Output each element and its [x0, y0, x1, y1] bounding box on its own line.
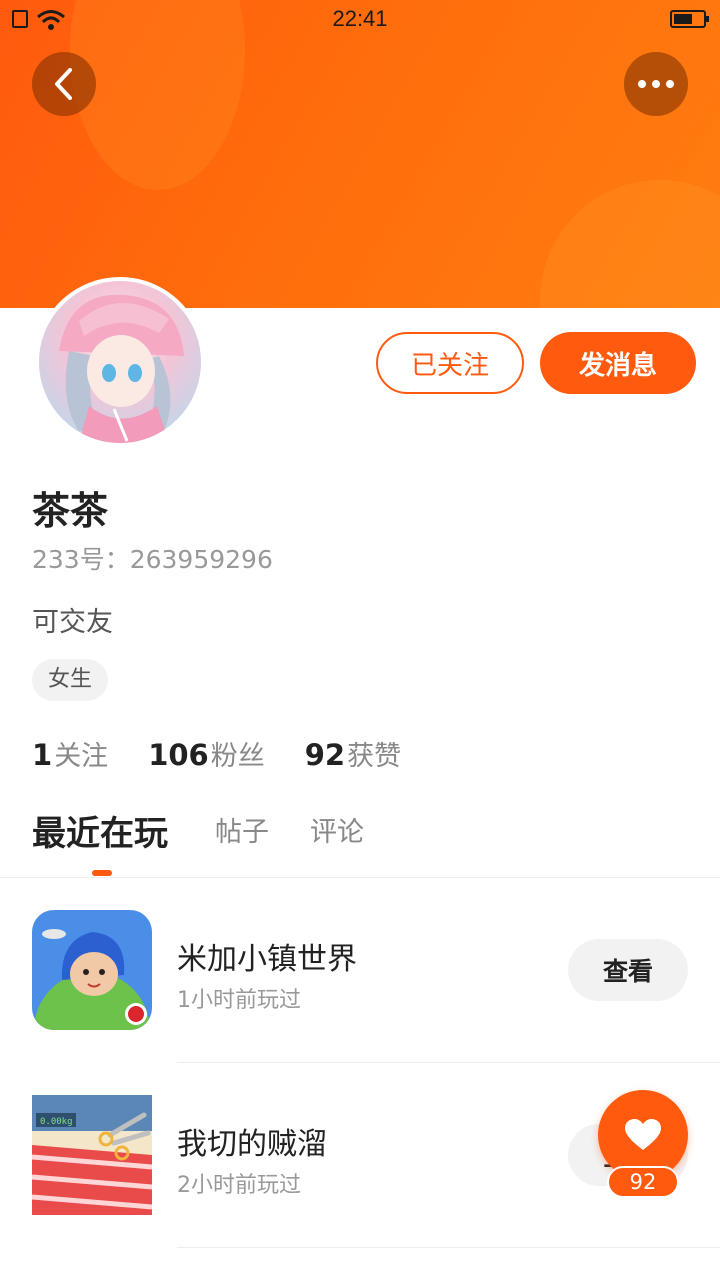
scale-readout: 0.00kg	[40, 1117, 73, 1127]
profile-uid: 233号：263959296	[32, 545, 273, 574]
game-list-item[interactable]: 米加小镇世界 1小时前玩过 查看	[0, 878, 720, 1063]
more-dots-icon	[638, 80, 674, 88]
status-bar: 22:41	[0, 0, 720, 40]
following-label: 关注	[54, 741, 109, 772]
battery-icon	[670, 10, 709, 28]
game-icon-image: 0.00kg	[32, 1095, 152, 1215]
game-title: 我切的贼溜	[177, 1127, 327, 1162]
game-icon[interactable]: 0.00kg	[32, 1095, 152, 1215]
tab-comments[interactable]: 评论	[310, 810, 364, 849]
chevron-left-icon	[55, 68, 72, 100]
active-tab-indicator	[92, 870, 112, 876]
following-stat[interactable]: 1 关注	[32, 734, 108, 773]
avatar[interactable]	[35, 277, 205, 447]
profile-name: 茶茶	[32, 489, 109, 533]
likes-label: 获赞	[347, 741, 402, 772]
profile-stats: 1 关注 106 粉丝 92 获赞	[32, 734, 441, 773]
followers-count: 106	[148, 738, 209, 772]
game-played-time: 2小时前玩过	[177, 1173, 301, 1198]
following-count: 1	[32, 738, 53, 772]
game-icon[interactable]	[32, 910, 152, 1030]
row-divider	[177, 1247, 720, 1248]
like-count-badge: 92	[607, 1166, 679, 1198]
likes-stat: 92 获赞	[305, 734, 401, 773]
tab-recently-played[interactable]: 最近在玩	[32, 806, 168, 855]
followed-button[interactable]: 已关注	[376, 332, 524, 394]
header-decor-blob	[540, 180, 720, 308]
heart-icon	[625, 1119, 661, 1150]
back-button[interactable]	[32, 52, 96, 116]
followers-stat[interactable]: 106 粉丝	[148, 734, 265, 773]
status-time: 22:41	[332, 6, 388, 31]
profile-tabs: 最近在玩 帖子 评论	[32, 810, 720, 878]
more-button[interactable]	[624, 52, 688, 116]
gender-tag: 女生	[32, 659, 109, 701]
send-message-button[interactable]: 发消息	[540, 332, 696, 394]
view-game-button[interactable]: 查看	[568, 939, 688, 1001]
profile-bio: 可交友	[32, 607, 113, 638]
avatar-illustration	[59, 294, 184, 443]
followers-label: 粉丝	[210, 741, 265, 772]
game-played-time: 1小时前玩过	[177, 988, 301, 1013]
likes-count: 92	[304, 738, 346, 772]
profile-header-background	[0, 0, 720, 308]
tab-posts[interactable]: 帖子	[215, 810, 269, 849]
game-title: 米加小镇世界	[177, 942, 357, 977]
game-icon-image	[32, 910, 152, 1030]
